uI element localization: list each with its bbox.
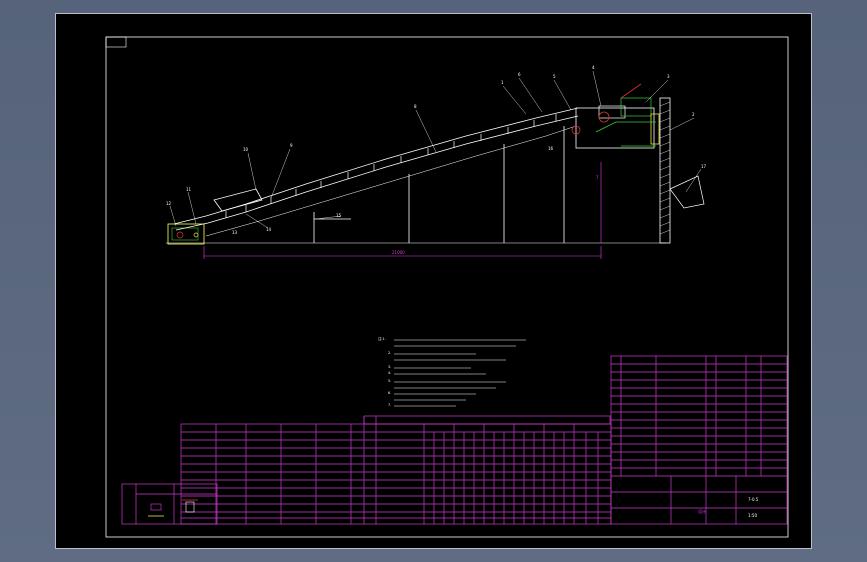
- balloon-6: 6: [518, 72, 521, 77]
- balloon-5: 5: [553, 74, 556, 79]
- dimension-label: 21000: [392, 250, 405, 255]
- sheet-corner-label: 设计: [698, 509, 706, 514]
- tables: [121, 355, 788, 525]
- note-4: 4.: [388, 371, 392, 375]
- guard-line: [620, 83, 642, 99]
- feed-hopper: [213, 188, 263, 212]
- tail-pulley: [176, 231, 184, 239]
- building-column: [659, 97, 671, 244]
- balloon-2: 2: [692, 112, 695, 117]
- belt-return: [205, 125, 577, 237]
- notes-text-lines: [394, 339, 526, 407]
- balloon-13: 13: [232, 230, 238, 235]
- leader-lines: [169, 70, 702, 229]
- balloon-8: 8: [414, 104, 417, 109]
- balloon-7: 7: [596, 175, 599, 180]
- balloon-1: 1: [501, 80, 504, 85]
- bom-rows: [181, 431, 611, 519]
- head-bracket: [650, 113, 660, 145]
- head-pulley: [598, 111, 610, 123]
- balloon-16: 16: [548, 146, 554, 151]
- drawing-sheet: 1 2 3 4 5 6 7 8 9 10 11 12 13 14 15 16 1…: [55, 13, 812, 549]
- note-1: 注:1.: [378, 337, 386, 341]
- conveyor-drawing: [105, 36, 789, 538]
- balloon-15: 15: [336, 213, 342, 218]
- column-hatching: [659, 101, 671, 235]
- note-5: 5.: [388, 379, 392, 383]
- balloon-17: 17: [701, 164, 707, 169]
- note-7: 7.: [388, 403, 392, 407]
- parts-columns: [620, 356, 762, 476]
- balloon-9: 9: [290, 143, 293, 148]
- balloon-14: 14: [266, 227, 272, 232]
- tail-roller: [193, 232, 199, 238]
- parts-rows: [611, 363, 787, 477]
- drawing-scale: 1:50: [748, 513, 757, 518]
- note-6: 6.: [388, 391, 392, 395]
- tail-section: [167, 223, 205, 245]
- belt-lower: [175, 115, 579, 231]
- belt-upper: [173, 107, 579, 225]
- balloon-12: 12: [166, 201, 172, 206]
- discharge-chute: [669, 175, 705, 209]
- conveyor-assembly: [166, 70, 705, 259]
- balloon-4: 4: [592, 65, 595, 70]
- note-2: 2.: [388, 351, 392, 355]
- balloon-11: 11: [186, 187, 192, 192]
- motor-housing: [620, 97, 652, 117]
- inner-frame: [105, 36, 789, 538]
- head-structure: [575, 107, 655, 149]
- corner-box: [105, 36, 127, 48]
- balloon-10: 10: [243, 147, 249, 152]
- legend-symbols: [148, 499, 198, 517]
- drawing-number: 7-0.5: [748, 497, 759, 502]
- note-3: 3.: [388, 365, 392, 369]
- balloon-3: 3: [667, 74, 670, 79]
